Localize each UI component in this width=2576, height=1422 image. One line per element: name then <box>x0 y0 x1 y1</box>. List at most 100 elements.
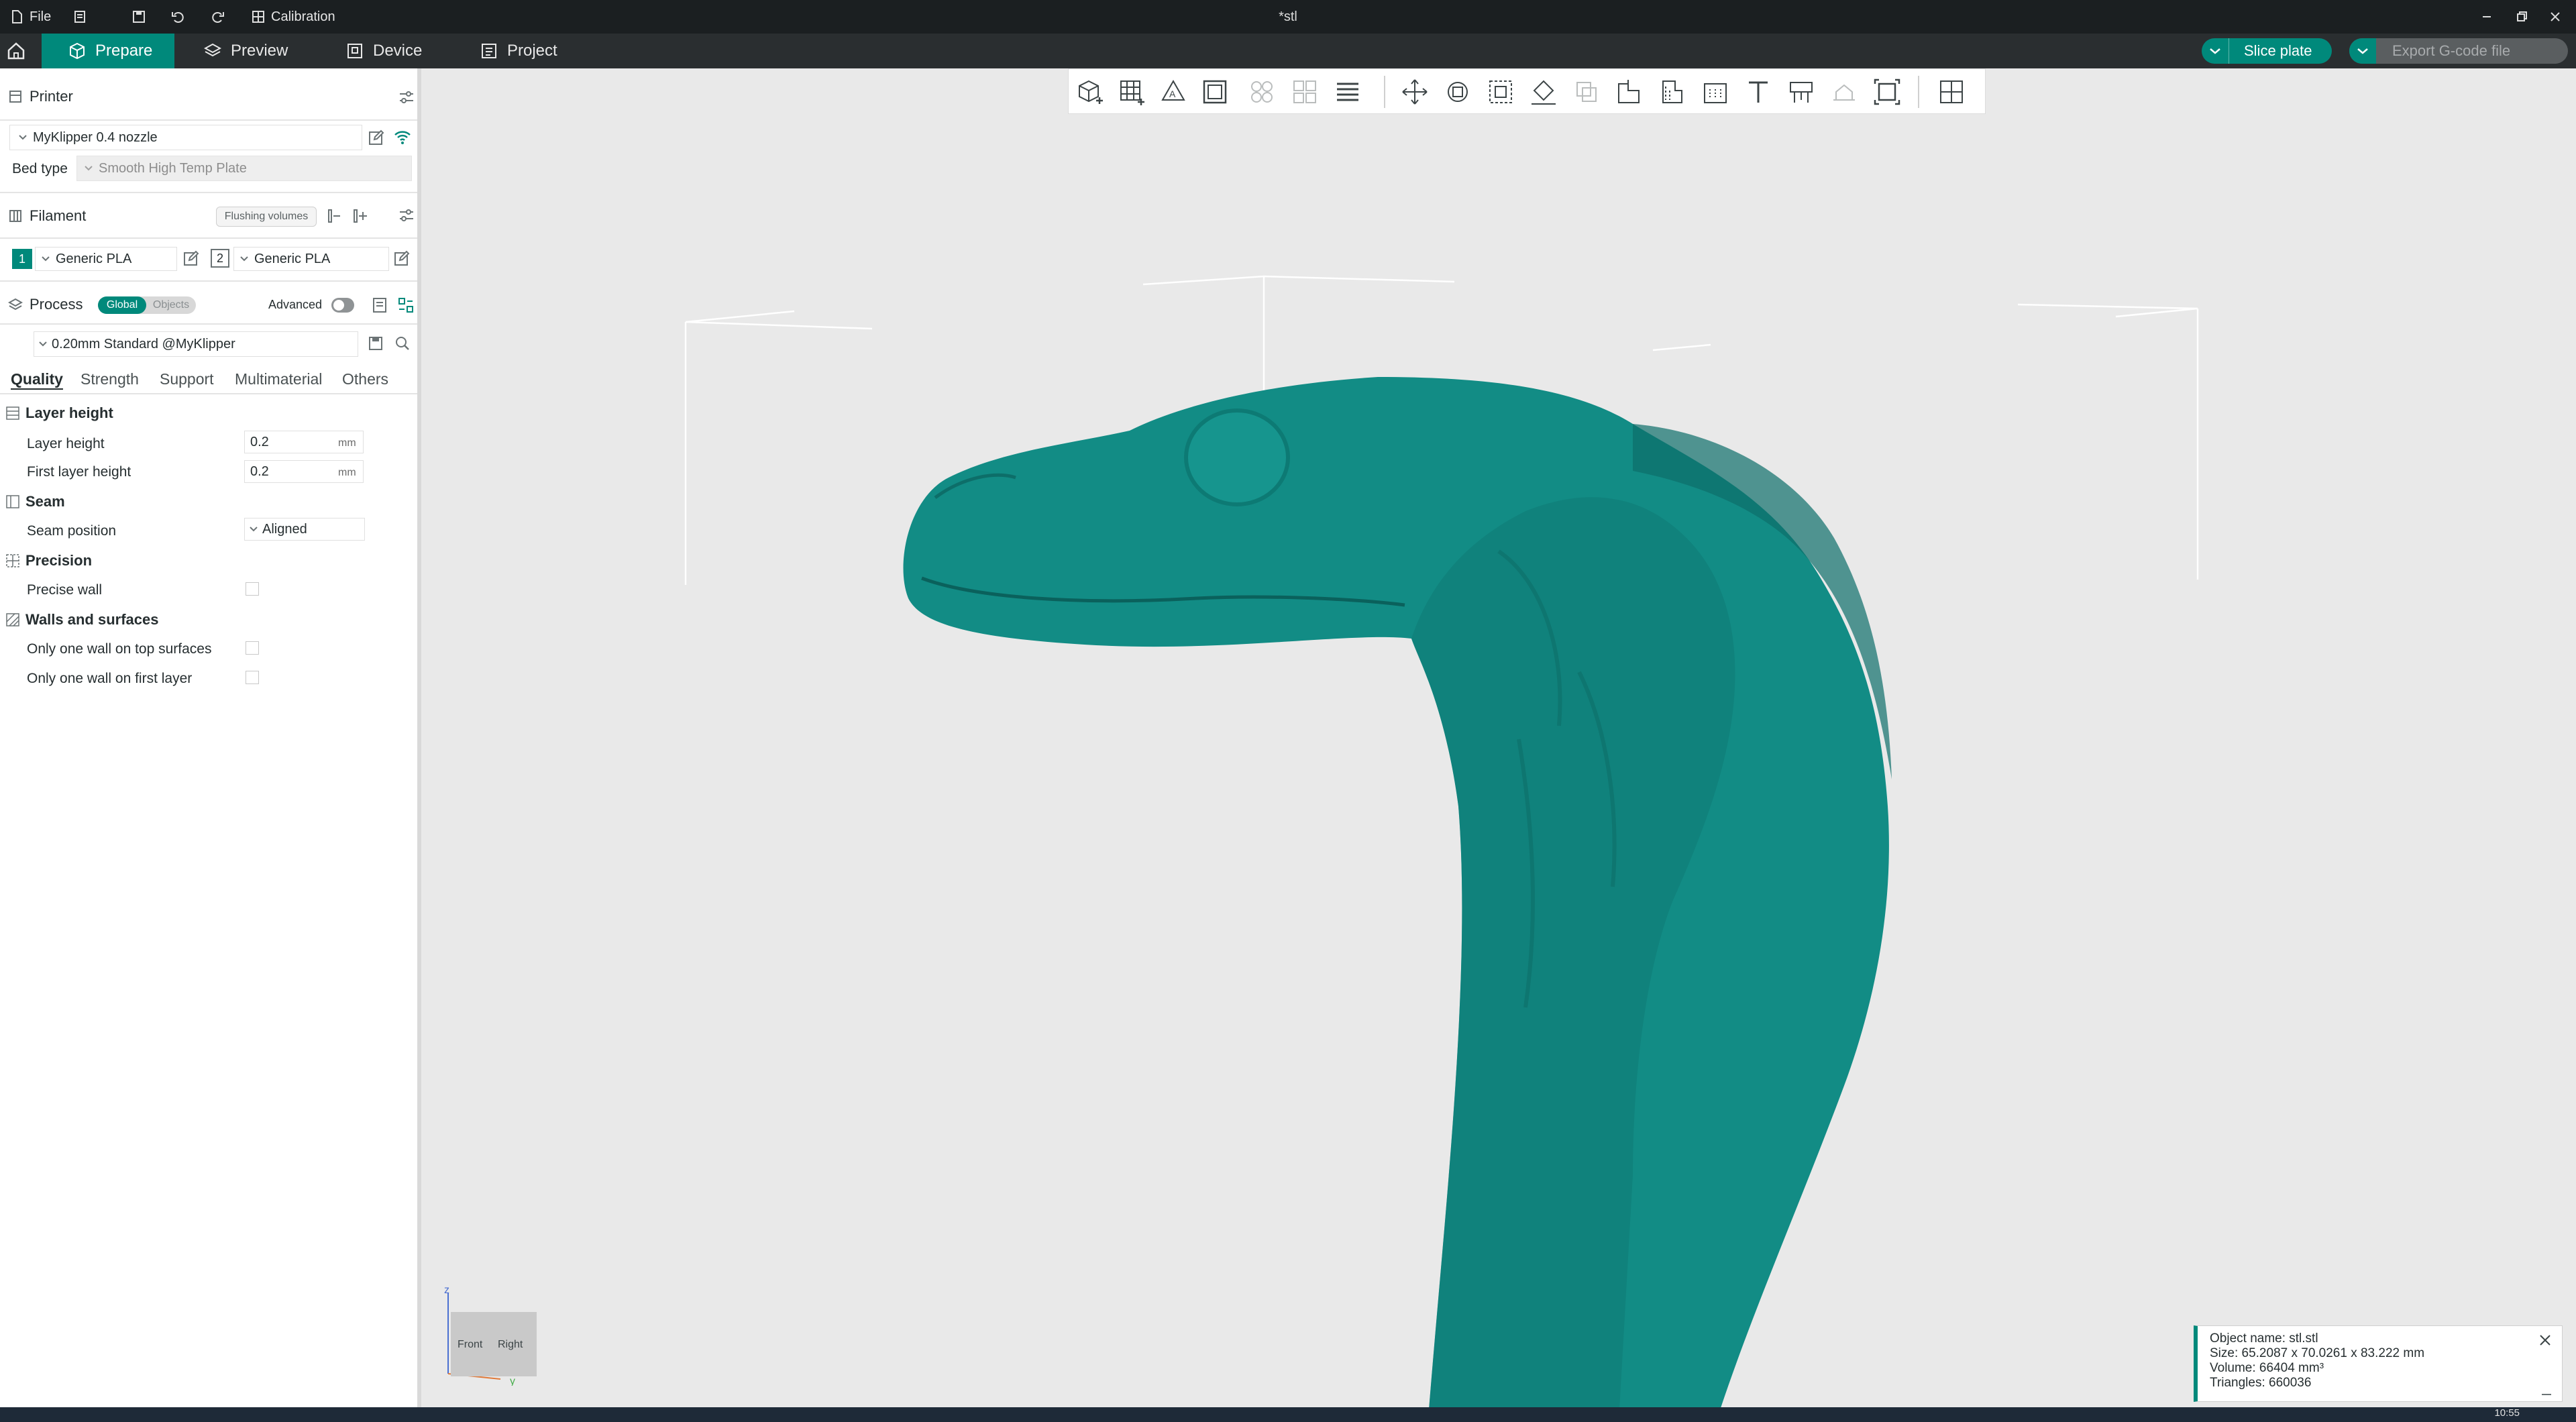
divider <box>0 323 417 325</box>
split-objects-button[interactable] <box>1244 74 1279 109</box>
object-name-text: Object name: stl.stl <box>2210 1331 2318 1346</box>
auto-orient-button[interactable]: A <box>1156 74 1191 109</box>
printer-section-title: Printer <box>30 88 73 105</box>
slice-plate-button[interactable]: Slice plate <box>2202 38 2332 64</box>
precise-wall-checkbox[interactable] <box>246 582 259 596</box>
search-icon[interactable] <box>394 335 411 351</box>
process-preset-select[interactable]: 0.20mm Standard @MyKlipper <box>34 331 358 357</box>
assembly-button[interactable] <box>1827 74 1862 109</box>
process-layers-icon <box>8 298 23 311</box>
close-window-button[interactable] <box>2548 0 2563 34</box>
save-preset-icon[interactable] <box>368 335 384 351</box>
move-tool-button[interactable] <box>1397 74 1432 109</box>
group-walls-title: Walls and surfaces <box>25 611 159 628</box>
divider <box>0 119 417 121</box>
edit-filament-2-icon[interactable] <box>393 250 411 267</box>
filament-icon <box>9 210 21 222</box>
layers-icon <box>204 43 221 57</box>
toggle-objects-list-button[interactable] <box>1934 74 1969 109</box>
filament-slot-1-select[interactable]: Generic PLA <box>35 247 177 271</box>
tab-project[interactable]: Project <box>480 34 557 68</box>
seam-paint-icon <box>1704 83 1727 103</box>
add-filament-icon[interactable] <box>326 208 342 224</box>
one-wall-top-checkbox[interactable] <box>246 641 259 655</box>
close-info-icon[interactable] <box>2538 1333 2553 1348</box>
remove-filament-icon[interactable] <box>352 208 369 224</box>
one-wall-first-checkbox[interactable] <box>246 671 259 684</box>
objects-list-icon <box>1940 80 1963 103</box>
scale-tool-button[interactable] <box>1483 74 1518 109</box>
slice-dropdown-chevron-icon[interactable] <box>2202 38 2229 64</box>
process-settings-icon[interactable] <box>397 296 415 314</box>
view-cube-right-label[interactable]: Right <box>498 1339 523 1351</box>
cut-tool-button[interactable] <box>1612 74 1647 109</box>
seam-paint-button[interactable] <box>1698 74 1733 109</box>
boolean-icon <box>1576 82 1597 102</box>
filament-settings-icon[interactable] <box>398 208 415 223</box>
rotate-tool-button[interactable] <box>1440 74 1475 109</box>
lay-on-face-button[interactable] <box>1526 74 1561 109</box>
home-button[interactable] <box>0 34 42 68</box>
3d-viewport[interactable] <box>425 68 2576 1407</box>
subtab-others[interactable]: Others <box>342 370 388 388</box>
group-walls: Walls and surfaces <box>0 606 417 633</box>
export-gcode-label: Export G-code file <box>2392 42 2511 59</box>
collapse-info-icon[interactable] <box>2540 1390 2553 1397</box>
printer-select[interactable]: MyKlipper 0.4 nozzle <box>9 125 362 150</box>
cobra-model[interactable] <box>903 377 1892 1407</box>
printer-section-header: Printer <box>0 78 417 115</box>
view-cube-front-label[interactable]: Front <box>458 1339 482 1351</box>
maximize-button[interactable] <box>2514 0 2529 34</box>
tab-prepare-label: Prepare <box>95 42 153 60</box>
minimize-button[interactable] <box>2479 0 2494 34</box>
view-cube[interactable]: Front Right <box>451 1312 537 1376</box>
add-object-button[interactable] <box>1073 74 1108 109</box>
support-paint-button[interactable] <box>1655 74 1690 109</box>
toggle-global-option[interactable]: Global <box>98 296 146 314</box>
first-layer-height-unit: mm <box>338 467 356 478</box>
fit-view-button[interactable] <box>1870 74 1904 109</box>
printer-icon <box>9 91 21 103</box>
toggle-objects-option[interactable]: Objects <box>146 296 196 314</box>
group-layer-height: Layer height <box>0 400 417 427</box>
export-dropdown-chevron-icon[interactable] <box>2349 38 2376 64</box>
cube-icon <box>70 42 85 60</box>
filament-slot-1-badge[interactable]: 1 <box>12 249 32 269</box>
toolbar-divider <box>1918 76 1919 108</box>
first-layer-height-value: 0.2 <box>250 463 269 479</box>
measure-tool-button[interactable] <box>1784 74 1819 109</box>
export-gcode-button[interactable]: Export G-code file <box>2349 38 2568 64</box>
tab-device[interactable]: Device <box>346 34 422 68</box>
toggle-knob <box>333 300 344 311</box>
subtab-multimaterial[interactable]: Multimaterial <box>235 370 322 388</box>
bed-type-select[interactable]: Smooth High Temp Plate <box>76 156 412 181</box>
3d-scene[interactable] <box>425 68 2576 1407</box>
variable-layer-height-button[interactable] <box>1330 74 1365 109</box>
global-objects-toggle[interactable]: Global Objects <box>98 296 196 314</box>
filament-slot-2-badge[interactable]: 2 <box>211 249 229 268</box>
filament-slot-2-select[interactable]: Generic PLA <box>233 247 389 271</box>
text-tool-button[interactable] <box>1741 74 1776 109</box>
edit-printer-icon[interactable] <box>368 129 385 146</box>
boolean-tool-button[interactable] <box>1569 74 1604 109</box>
edit-filament-1-icon[interactable] <box>182 250 200 267</box>
split-parts-button[interactable] <box>1287 74 1322 109</box>
subtab-quality[interactable]: Quality <box>11 370 63 388</box>
divider <box>0 192 417 193</box>
tab-prepare[interactable]: Prepare <box>42 34 174 68</box>
subtab-support[interactable]: Support <box>160 370 214 388</box>
seam-position-select[interactable]: Aligned <box>244 518 365 541</box>
tab-preview-label: Preview <box>231 42 288 60</box>
first-layer-height-label: First layer height <box>27 464 131 480</box>
move-icon <box>1402 79 1428 105</box>
compare-presets-icon[interactable] <box>372 296 388 314</box>
subtab-strength[interactable]: Strength <box>80 370 139 388</box>
svg-text:A: A <box>1169 89 1176 99</box>
advanced-toggle[interactable] <box>331 298 354 313</box>
flushing-volumes-button[interactable]: Flushing volumes <box>216 207 317 227</box>
wifi-icon[interactable] <box>393 129 412 146</box>
tab-preview[interactable]: Preview <box>204 34 288 68</box>
add-plate-button[interactable] <box>1114 74 1149 109</box>
printer-settings-icon[interactable] <box>398 90 415 105</box>
arrange-button[interactable] <box>1197 74 1232 109</box>
